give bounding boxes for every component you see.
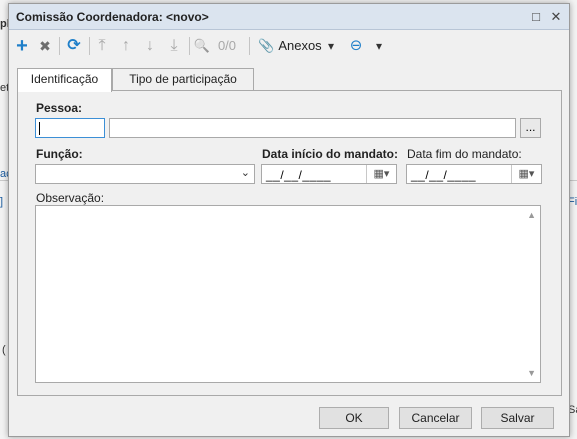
close-button[interactable]: ✕ <box>547 8 565 26</box>
attachments-button[interactable]: Anexos <box>277 35 323 57</box>
save-button[interactable]: Salvar <box>481 407 554 429</box>
next-record-icon[interactable]: ↓ <box>141 35 159 57</box>
dialog-toolbar: + ✖ ⟳ ⤒ ↑ ↓ ⤓ 🔍 0/0 📎 Anexos ▾ ⊖ ▾ <box>9 31 569 61</box>
first-record-icon[interactable]: ⤒ <box>93 35 111 57</box>
other-action-icon[interactable]: ⊖ <box>347 35 365 57</box>
ok-button[interactable]: OK <box>319 407 389 429</box>
bg-divider <box>0 180 8 181</box>
bg-divider <box>570 180 577 181</box>
refresh-icon[interactable]: ⟳ <box>64 35 84 57</box>
scroll-down-icon[interactable]: ▼ <box>527 368 536 378</box>
dialog-titlebar[interactable]: Comissão Coordenadora: <novo> □ ✕ <box>9 4 569 30</box>
funcao-select[interactable]: ⌄ <box>35 164 255 184</box>
comissao-dialog: Comissão Coordenadora: <novo> □ ✕ + ✖ ⟳ … <box>8 3 570 437</box>
pessoa-label: Pessoa: <box>36 101 83 115</box>
attachments-dropdown-icon[interactable]: ▾ <box>325 35 337 57</box>
pessoa-browse-button[interactable]: ... <box>520 118 541 138</box>
dialog-title: Comissão Coordenadora: <novo> <box>16 10 209 24</box>
toolbar-separator <box>59 37 60 55</box>
cancel-button[interactable]: Cancelar <box>399 407 472 429</box>
identificacao-panel: Pessoa: ... Função: ⌄ Data início do man… <box>17 90 562 396</box>
add-icon[interactable]: + <box>13 35 31 57</box>
data-inicio-label: Data início do mandato: <box>262 147 399 161</box>
tab-identificacao[interactable]: Identificação <box>17 68 112 92</box>
toolbar-separator <box>189 37 190 55</box>
chevron-down-icon: ⌄ <box>240 167 250 179</box>
last-record-icon[interactable]: ⤓ <box>165 35 183 57</box>
observacao-label: Observação: <box>36 191 105 205</box>
text-caret <box>39 122 40 135</box>
toolbar-separator <box>249 37 250 55</box>
previous-record-icon[interactable]: ↑ <box>117 35 135 57</box>
search-icon[interactable]: 🔍 <box>193 35 211 57</box>
calendar-icon[interactable]: ▦▾ <box>366 165 396 183</box>
data-fim-value: __/__/____ <box>411 168 477 182</box>
tab-tipo-de-participacao[interactable]: Tipo de participação <box>112 68 254 90</box>
funcao-label: Função: <box>36 147 83 161</box>
data-inicio-value: __/__/____ <box>266 168 332 182</box>
observacao-textarea[interactable]: ▲ ▼ <box>35 205 541 383</box>
data-fim-input[interactable]: __/__/____ ▦▾ <box>406 164 542 184</box>
data-fim-label: Data fim do mandato: <box>407 147 522 161</box>
pessoa-name-input[interactable] <box>109 118 516 138</box>
other-action-dropdown-icon[interactable]: ▾ <box>373 35 385 57</box>
record-counter: 0/0 <box>217 38 237 53</box>
dialog-footer: OK Cancelar Salvar <box>9 400 569 436</box>
pessoa-code-input[interactable] <box>35 118 105 138</box>
delete-icon[interactable]: ✖ <box>36 35 54 57</box>
toolbar-separator <box>89 37 90 55</box>
data-inicio-input[interactable]: __/__/____ ▦▾ <box>261 164 397 184</box>
calendar-icon[interactable]: ▦▾ <box>511 165 541 183</box>
scroll-up-icon[interactable]: ▲ <box>527 210 536 220</box>
paperclip-icon[interactable]: 📎 <box>258 35 274 57</box>
bg-fragment: ( <box>2 344 6 356</box>
maximize-button[interactable]: □ <box>527 8 545 26</box>
bg-fragment: ] <box>0 196 4 208</box>
